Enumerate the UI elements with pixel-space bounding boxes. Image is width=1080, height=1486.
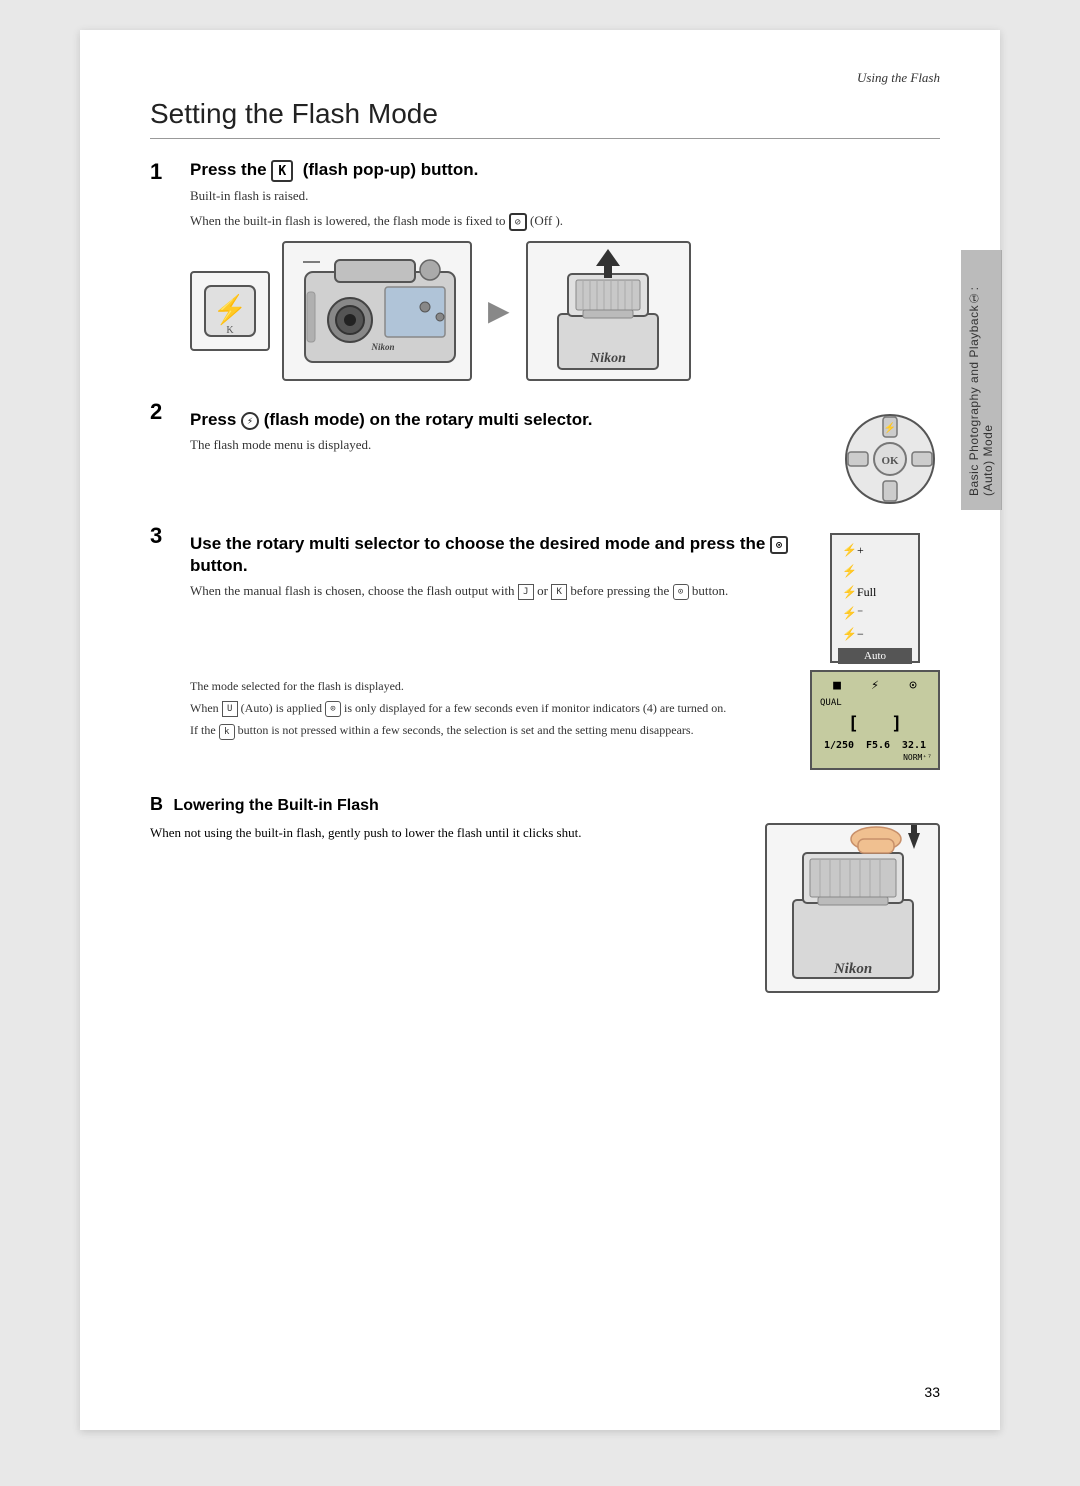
section-b-letter: B (150, 794, 163, 814)
step-3: 3 Use the rotary multi selector to choos… (150, 523, 940, 770)
sidebar-tab: Basic Photography and Playback①: (Auto) … (961, 250, 1002, 510)
step-1-heading: Press the K (flash pop-up) button. (190, 159, 940, 182)
sidebar-tab-text: Basic Photography and Playback①: (Auto) … (967, 264, 995, 496)
rotary-selector-image: ⚡ OK (840, 409, 940, 509)
flash-button-icon: ⚡ K (190, 271, 270, 351)
lcd-top-row: ■ ⚡ ⊙ (818, 678, 932, 693)
lcd-bottom-row: 1/250 F5.6 32.1 (818, 740, 932, 751)
flash-lower-box: Nikon (765, 823, 940, 993)
step-2-note: The flash mode menu is displayed. (190, 435, 820, 455)
camera-svg: Nikon (285, 242, 470, 380)
step-1: 1 Press the K (flash pop-up) button. Bui… (150, 159, 940, 381)
section-b-content: When not using the built-in flash, gentl… (150, 823, 940, 993)
svg-text:Nikon: Nikon (589, 351, 626, 366)
step-1-note-1: Built-in flash is raised. (190, 186, 940, 206)
flash-menu-box: ⚡+ ⚡ ⚡Full ⚡⁻ ⚡− Auto (830, 533, 920, 663)
lcd-qual: QUAL (818, 697, 932, 709)
lcd-norm: NORM⁺⁷ (818, 751, 932, 762)
page-number: 33 (924, 1384, 940, 1400)
step-number-3: 3 (150, 523, 180, 549)
flash-lower-svg: Nikon (768, 825, 938, 990)
svg-text:Nikon: Nikon (370, 342, 394, 352)
section-b-heading: B Lowering the Built-in Flash (150, 794, 940, 815)
section-b-title: Lowering the Built-in Flash (173, 797, 378, 814)
step-1-images: ⚡ K (190, 241, 940, 381)
flash-lower-image: Nikon (765, 823, 940, 993)
title-section: Setting the Flash Mode (150, 98, 940, 139)
flash-menu-item-1: ⚡+ (838, 541, 912, 560)
page-header: Using the Flash (150, 70, 940, 86)
svg-text:OK: OK (881, 455, 899, 467)
lcd-center: [ ] (818, 713, 932, 734)
step-2-content: Press ⚡ (flash mode) on the rotary multi… (190, 399, 940, 509)
header-title: Using the Flash (857, 70, 940, 85)
lcd-icon-mode: ■ (833, 678, 841, 693)
svg-text:K: K (226, 325, 234, 336)
step-1-content: Press the K (flash pop-up) button. Built… (190, 159, 940, 381)
lcd-iso: 32.1 (902, 740, 926, 751)
camera-body-image: Nikon (282, 241, 472, 381)
page-title: Setting the Flash Mode (150, 98, 940, 130)
step-2: 2 Press ⚡ (flash mode) on the rotary mul… (150, 399, 940, 509)
step-3-content: Use the rotary multi selector to choose … (190, 523, 940, 770)
step-3-heading: Use the rotary multi selector to choose … (190, 533, 810, 577)
step-1-note-2: When the built-in flash is lowered, the … (190, 211, 940, 231)
step-number-2: 2 (150, 399, 180, 425)
lcd-icon-flash: ⚡ (871, 678, 879, 693)
flash-menu-item-3: ⚡Full (838, 583, 912, 602)
lcd-shutter: 1/250 (824, 740, 854, 751)
flash-menu-image: ⚡+ ⚡ ⚡Full ⚡⁻ ⚡− Auto (830, 533, 940, 663)
flash-menu-footer: Auto (838, 648, 912, 664)
step-2-heading: Press ⚡ (flash mode) on the rotary multi… (190, 409, 820, 431)
svg-text:⚡: ⚡ (884, 421, 896, 434)
step-3-note-1: When the manual flash is chosen, choose … (190, 581, 810, 601)
lcd-display: ■ ⚡ ⊙ QUAL [ ] 1/250 F5.6 32.1 NORM⁺⁷ (810, 670, 940, 770)
lcd-aperture: F5.6 (866, 740, 890, 751)
flash-menu-item-2: ⚡ (838, 562, 912, 581)
svg-text:Nikon: Nikon (832, 961, 871, 977)
section-b: B Lowering the Built-in Flash When not u… (150, 794, 940, 993)
rotary-svg: ⚡ OK (840, 409, 940, 509)
arrow-icon: ▶ (488, 294, 510, 328)
flash-popup-image: Nikon (526, 241, 691, 381)
lcd-icon-extra: ⊙ (909, 678, 917, 693)
flash-menu-item-5: ⚡− (838, 625, 912, 644)
flash-menu-item-4: ⚡⁻ (838, 604, 912, 623)
flash-btn-svg: ⚡ K (200, 281, 260, 341)
step-number-1: 1 (150, 159, 180, 185)
flash-popup-svg: Nikon (528, 244, 688, 379)
section-b-text: When not using the built-in flash, gentl… (150, 823, 745, 843)
svg-text:⚡: ⚡ (213, 293, 248, 326)
